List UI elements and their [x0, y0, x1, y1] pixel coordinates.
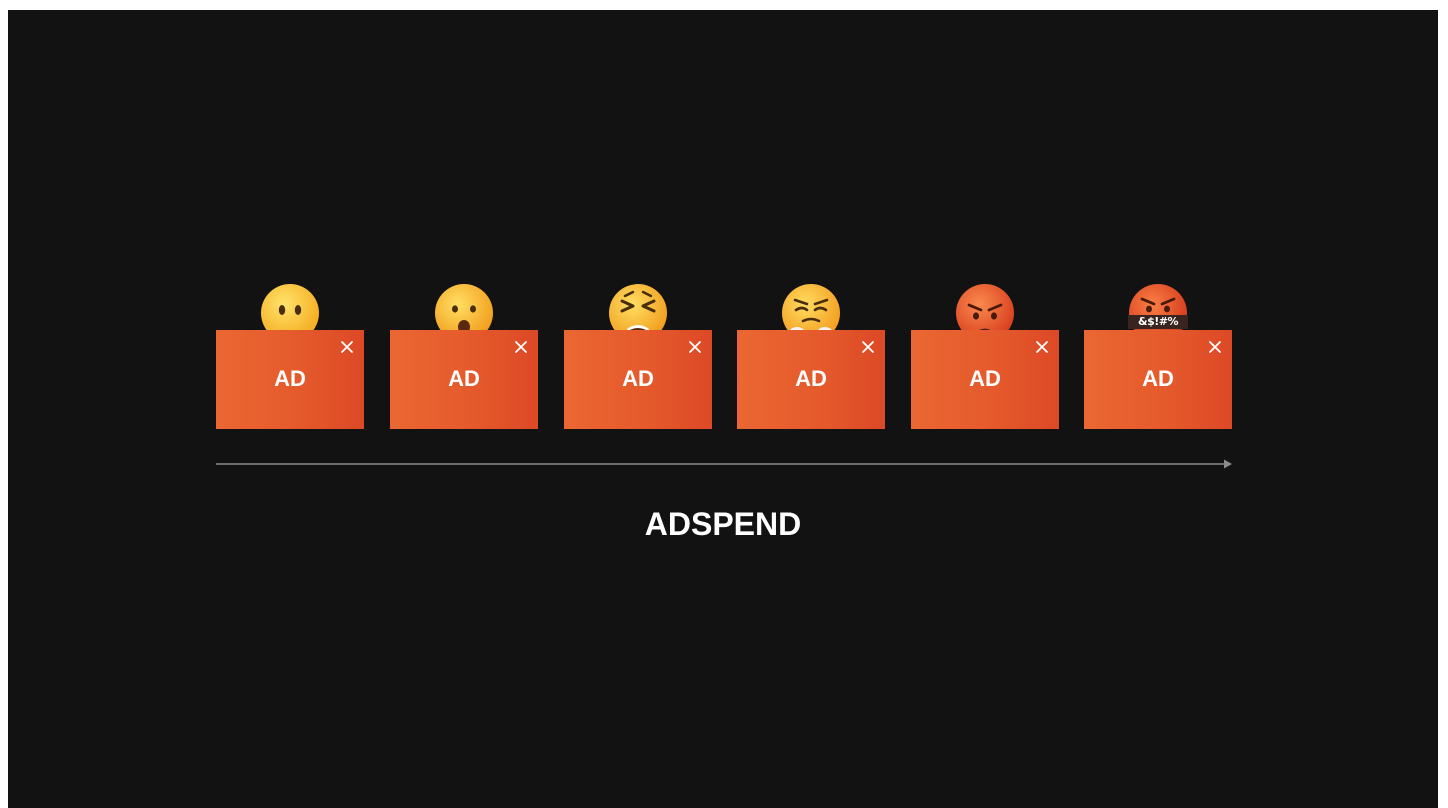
- ad-label: AD: [448, 366, 480, 391]
- axis-arrow: [216, 459, 1232, 469]
- ad-box[interactable]: AD: [1084, 330, 1232, 429]
- censored-symbols: &$!#%: [1128, 315, 1188, 329]
- ad-box[interactable]: AD: [216, 330, 364, 429]
- ad-item-2: AD: [390, 10, 538, 440]
- close-icon[interactable]: [1208, 340, 1222, 354]
- ad-item-6: &$!#% AD: [1084, 10, 1232, 440]
- slide-canvas: AD AD AD AD AD &$!#% AD ADSPEND: [8, 10, 1438, 808]
- ad-label: AD: [622, 366, 654, 391]
- close-icon[interactable]: [861, 340, 875, 354]
- ad-label: AD: [1142, 366, 1174, 391]
- close-icon[interactable]: [688, 340, 702, 354]
- ad-box[interactable]: AD: [911, 330, 1059, 429]
- ad-label: AD: [969, 366, 1001, 391]
- ad-item-1: AD: [216, 10, 364, 440]
- close-icon[interactable]: [1035, 340, 1049, 354]
- ad-box[interactable]: AD: [737, 330, 885, 429]
- ad-item-3: AD: [564, 10, 712, 440]
- ad-item-5: AD: [911, 10, 1059, 440]
- ad-box[interactable]: AD: [390, 330, 538, 429]
- ad-label: AD: [795, 366, 827, 391]
- close-icon[interactable]: [340, 340, 354, 354]
- ad-box[interactable]: AD: [564, 330, 712, 429]
- close-icon[interactable]: [514, 340, 528, 354]
- axis-label: ADSPEND: [644, 506, 802, 542]
- ad-label: AD: [274, 366, 306, 391]
- ad-item-4: AD: [737, 10, 885, 440]
